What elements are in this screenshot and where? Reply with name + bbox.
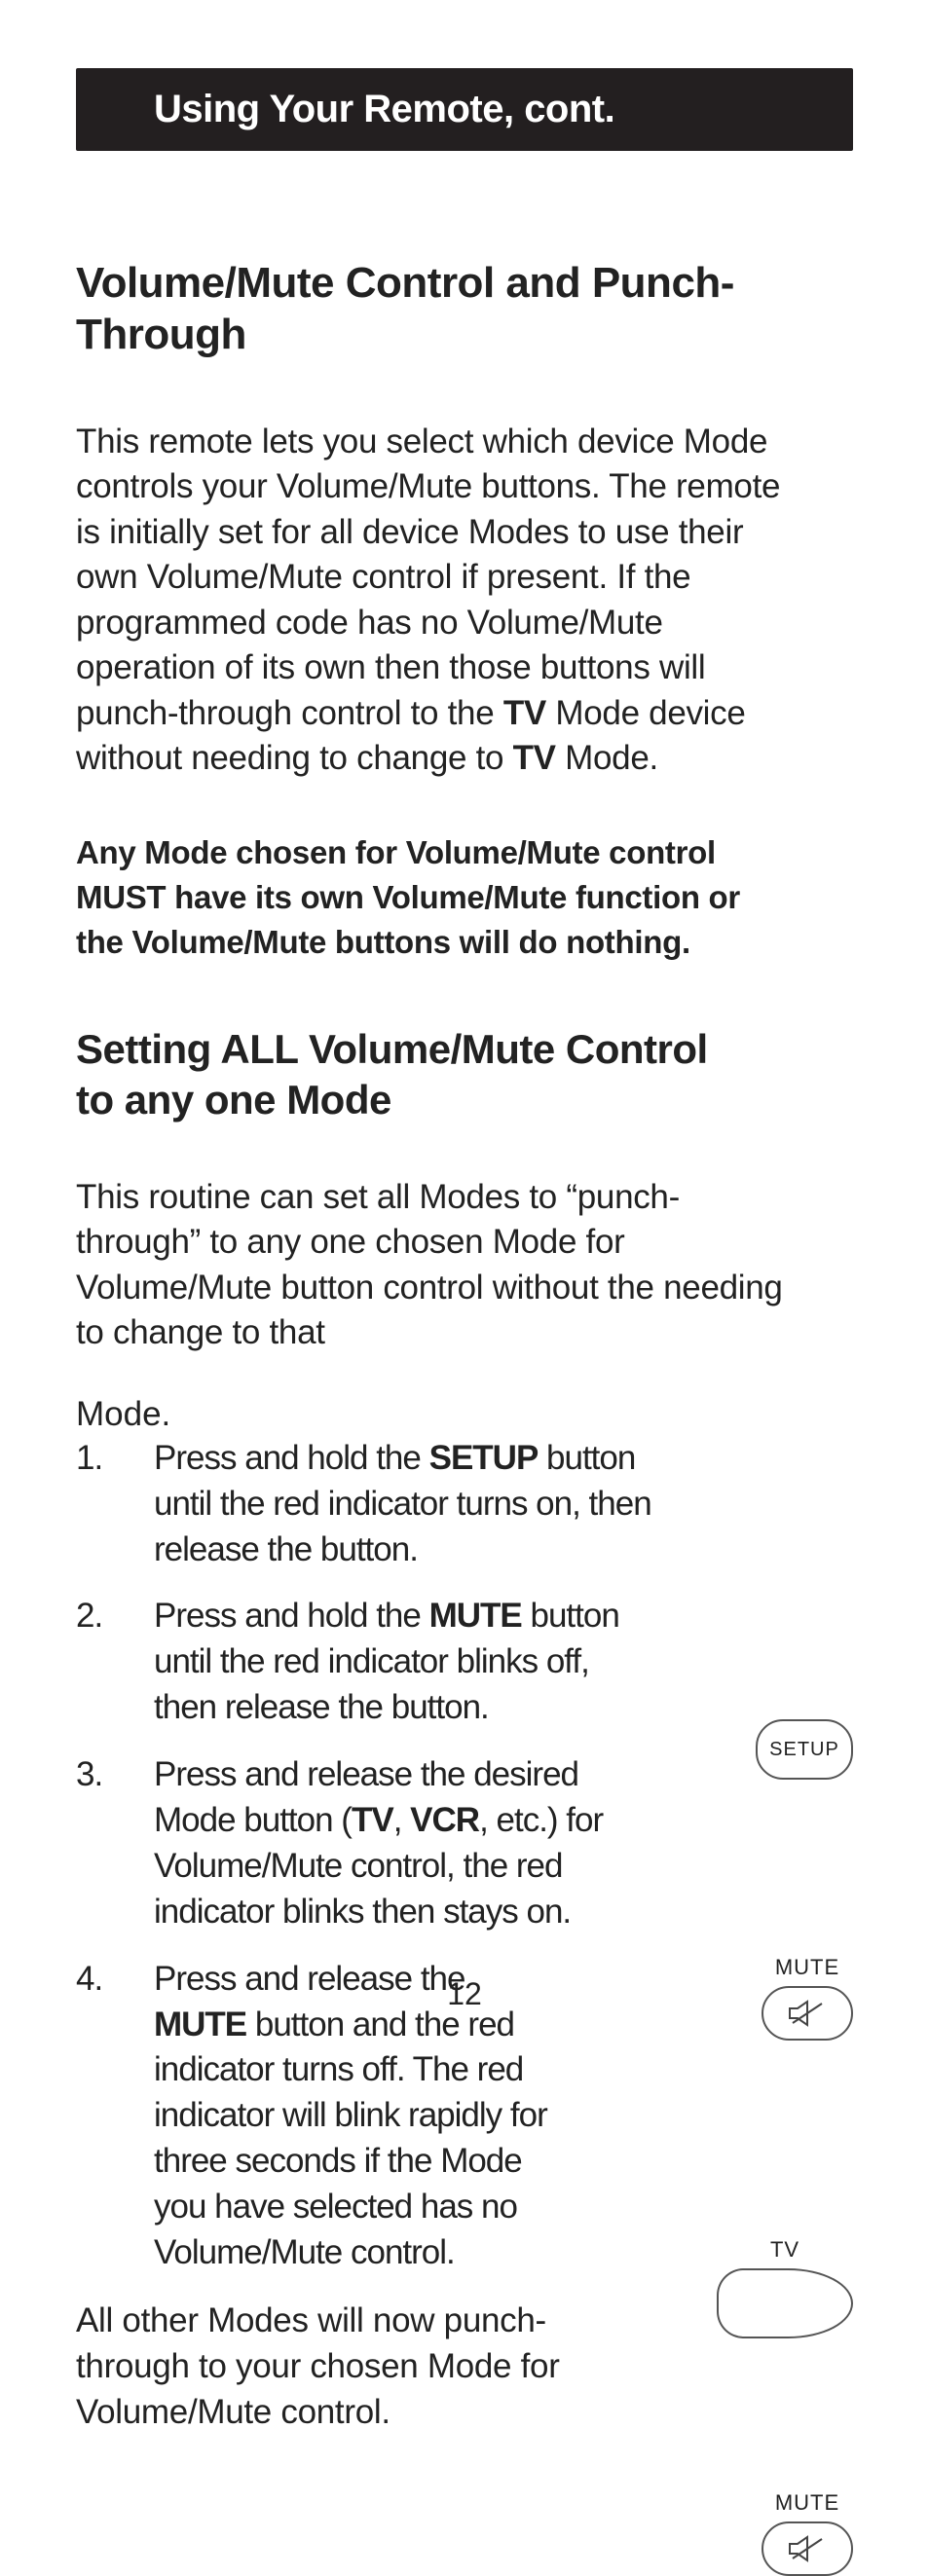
heading-volume-mute: Volume/Mute Control and Punch-Through <box>76 258 853 361</box>
step-2: Press and hold the MUTE button until the… <box>76 1594 658 1731</box>
vcr-bold: VCR <box>410 1801 479 1839</box>
tv-button-illustration: TV <box>717 2237 853 2338</box>
speaker-mute-icon <box>787 2535 828 2562</box>
steps-list: Press and hold the SETUP button until th… <box>76 1436 853 2276</box>
mute-button-illustration-2: MUTE <box>762 2490 853 2576</box>
paragraph-routine: This routine can set all Modes to “punch… <box>76 1175 853 1356</box>
page-number: 12 <box>0 1976 929 2012</box>
setup-bold: SETUP <box>429 1439 539 1477</box>
text: This remote lets you select which device… <box>76 423 780 732</box>
paragraph-warning: Any Mode chosen for Volume/Mute control … <box>76 830 853 966</box>
text: button and the red indicator turns off. … <box>154 2006 547 2271</box>
step-1: Press and hold the SETUP button until th… <box>76 1436 658 1573</box>
step-3: Press and release the desired Mode butto… <box>76 1752 658 1935</box>
tv-label: TV <box>770 2237 799 2263</box>
setup-button-icon: SETUP <box>756 1719 853 1780</box>
text: Press and hold the <box>154 1439 429 1477</box>
mute-bold: MUTE <box>429 1597 522 1635</box>
mute-label: MUTE <box>775 2490 839 2516</box>
section-banner: Using Your Remote, cont. <box>76 68 853 151</box>
text: , <box>393 1801 410 1839</box>
tv-bold: TV <box>352 1801 393 1839</box>
text: Press and hold the <box>154 1597 429 1635</box>
setup-label: SETUP <box>769 1739 839 1761</box>
mode-word: Mode. <box>76 1395 853 1434</box>
paragraph-intro: This remote lets you select which device… <box>76 420 853 782</box>
tv-button-icon <box>717 2268 853 2338</box>
heading-setting-all: Setting ALL Volume/Mute Control to any o… <box>76 1024 853 1126</box>
tv-bold: TV <box>503 694 546 732</box>
tv-bold: TV <box>513 739 556 777</box>
setup-button-illustration: SETUP <box>756 1719 853 1780</box>
mute-button-icon <box>762 2521 853 2576</box>
text: Mode. <box>556 739 658 777</box>
